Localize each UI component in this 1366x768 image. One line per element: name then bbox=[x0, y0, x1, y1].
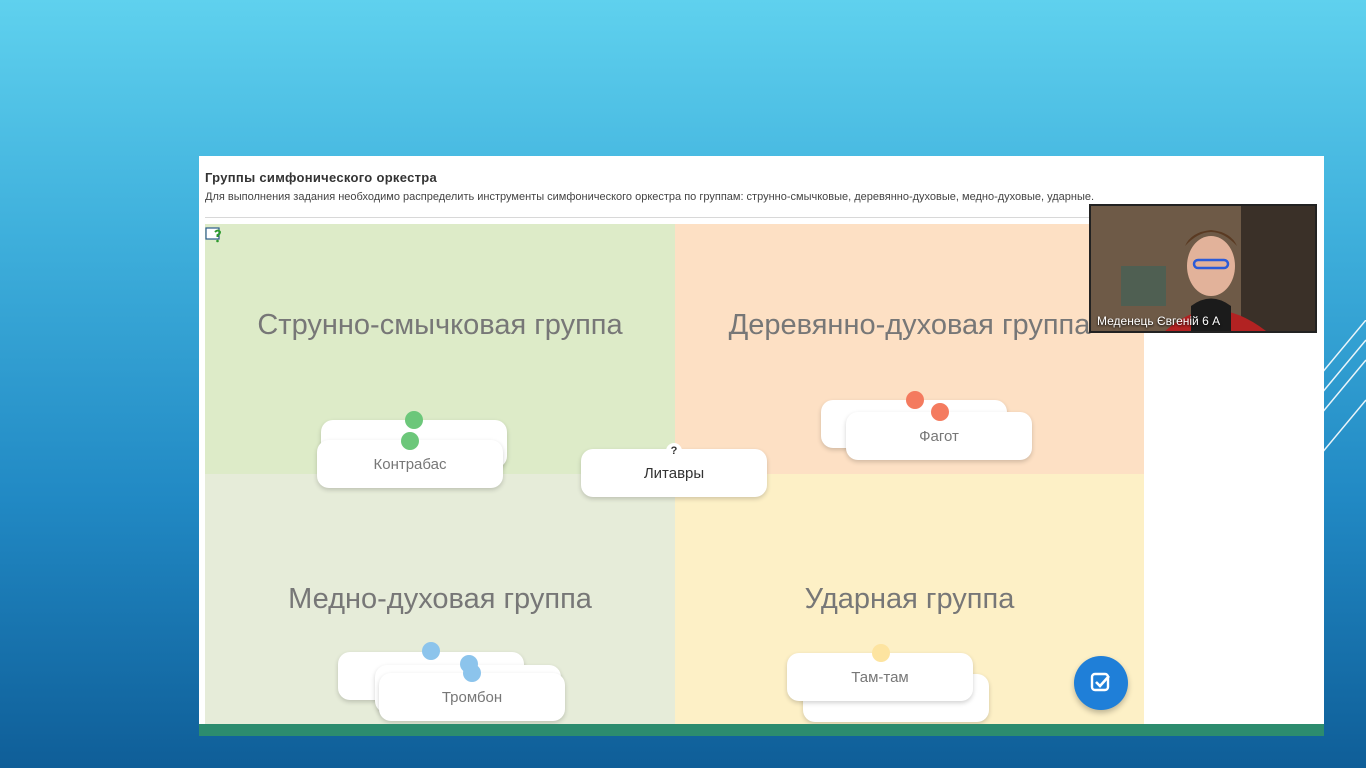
task-description: Для выполнения задания необходимо распре… bbox=[205, 191, 1095, 203]
group-title-woodwind: Деревянно-духовая группа bbox=[728, 309, 1091, 341]
video-thumbnail[interactable]: Меденець Євгеній 6 А bbox=[1089, 204, 1317, 333]
group-title-brass: Медно-духовая группа bbox=[288, 583, 592, 615]
taskbar-strip bbox=[199, 724, 1324, 736]
unplaced-badge: ? bbox=[666, 443, 682, 459]
card-marker bbox=[906, 391, 924, 409]
divider bbox=[205, 217, 1145, 218]
card-marker bbox=[405, 411, 423, 429]
card-marker bbox=[931, 403, 949, 421]
group-title-percussion: Ударная группа bbox=[804, 583, 1015, 615]
card-marker bbox=[401, 432, 419, 450]
check-icon bbox=[1090, 672, 1110, 692]
instrument-label: Тромбон bbox=[441, 688, 503, 706]
instrument-label: Литавры bbox=[643, 464, 705, 482]
group-title-strings: Струнно-смычковая группа bbox=[257, 309, 623, 341]
sorting-board: Струнно-смычковая группа Деревянно-духов… bbox=[205, 224, 1144, 724]
check-answer-button[interactable] bbox=[1074, 656, 1128, 710]
card-marker bbox=[422, 642, 440, 660]
instrument-label: Там-там bbox=[851, 668, 909, 686]
help-icon[interactable] bbox=[205, 226, 223, 244]
instrument-label: Контрабас bbox=[373, 455, 447, 473]
instrument-label: Фагот bbox=[919, 427, 959, 445]
participant-name: Меденець Євгеній 6 А bbox=[1097, 314, 1221, 328]
card-marker bbox=[463, 664, 481, 682]
card-marker bbox=[872, 644, 890, 662]
page-title: Группы симфонического оркестра bbox=[205, 170, 438, 185]
